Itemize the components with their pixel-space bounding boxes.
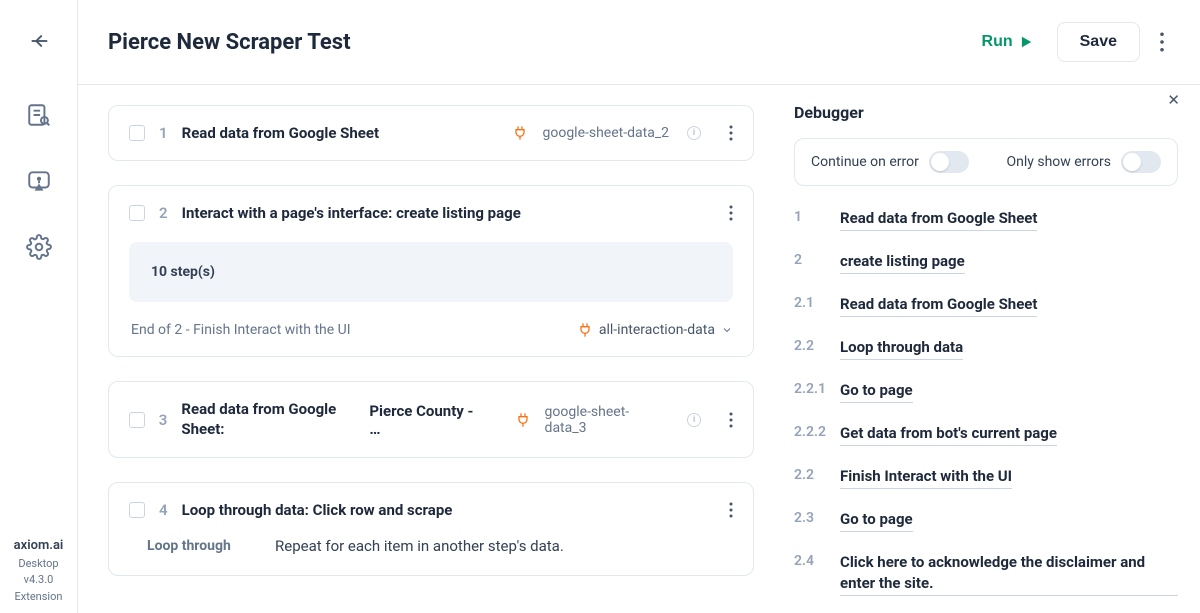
page-title: Pierce New Scraper Test (108, 30, 968, 55)
data-output-tag: all-interaction-data (599, 322, 715, 338)
debugger-item-number: 2.2.2 (794, 423, 828, 440)
step-card[interactable]: 1 Read data from Google Sheet google-she… (108, 105, 754, 161)
save-button[interactable]: Save (1057, 22, 1140, 62)
step-checkbox[interactable] (129, 125, 145, 141)
step-end-row: End of 2 - Finish Interact with the UI a… (129, 322, 733, 338)
debugger-item-text: Get data from bot's current page (840, 423, 1057, 446)
continue-on-error-label: Continue on error (811, 154, 919, 170)
debugger-item[interactable]: 2 create listing page (794, 251, 1178, 274)
debugger-list: 1 Read data from Google Sheet 2 create list… (794, 208, 1178, 613)
run-label: Run (982, 33, 1013, 51)
brand-footer: axiom.ai Desktop v4.3.0 Extension (14, 536, 64, 613)
step-number: 4 (159, 501, 168, 519)
step-menu-button[interactable] (729, 412, 733, 428)
step-label: Read data from Google Sheet (182, 124, 379, 142)
only-show-errors-label: Only show errors (1006, 154, 1111, 170)
step-number: 2 (159, 204, 168, 222)
debugger-item-text: Read data from Google Sheet (840, 294, 1037, 317)
step-label: Loop through data: Click row and scrape (182, 501, 453, 519)
loop-field-desc: Repeat for each item in another step's d… (275, 537, 564, 557)
step-menu-button[interactable] (729, 502, 733, 518)
step-label: Read data from Google Sheet: (181, 400, 351, 439)
step-sublabel: Pierce County - … (369, 402, 486, 438)
data-output-tag: google-sheet-data_2 (542, 125, 669, 141)
more-menu-button[interactable] (1154, 32, 1170, 52)
step-card[interactable]: 3 Read data from Google Sheet: Pierce Co… (108, 381, 754, 458)
loop-field-label: Loop through (147, 537, 247, 557)
debugger-item-text: Loop through data (840, 337, 963, 360)
step-menu-button[interactable] (729, 125, 733, 141)
play-icon (1019, 35, 1033, 49)
info-icon[interactable]: i (687, 126, 701, 140)
debugger-item-text: Go to page (840, 380, 913, 403)
debugger-item-number: 2.3 (794, 509, 828, 526)
debugger-item-text: Finish Interact with the UI (840, 466, 1012, 489)
brand-name: axiom.ai (14, 536, 64, 556)
steps-panel: 1 Read data from Google Sheet google-she… (78, 85, 780, 613)
chevron-down-icon (721, 324, 733, 336)
debugger-item-number: 2.2.1 (794, 380, 828, 397)
debugger-item[interactable]: 2.2 Finish Interact with the UI (794, 466, 1178, 489)
close-icon[interactable]: ✕ (1167, 91, 1180, 109)
debugger-item-number: 2.1 (794, 294, 828, 311)
debugger-item[interactable]: 2.4 Click here to acknowledge the disclai… (794, 552, 1178, 596)
step-inner-count[interactable]: 10 step(s) (129, 242, 733, 302)
plug-icon (512, 125, 528, 141)
debugger-item[interactable]: 2.2 Loop through data (794, 337, 1178, 360)
data-output-tag: google-sheet-data_3 (545, 404, 670, 436)
brand-line: Desktop (14, 556, 64, 573)
settings-icon[interactable] (26, 234, 52, 260)
debugger-item-text: Read data from Google Sheet (840, 208, 1037, 231)
step-number: 3 (159, 411, 168, 429)
left-sidebar: axiom.ai Desktop v4.3.0 Extension (0, 0, 78, 613)
alerts-icon[interactable] (26, 168, 52, 194)
run-button[interactable]: Run (968, 23, 1047, 61)
debugger-title: Debugger (794, 103, 1178, 122)
debugger-item-number: 1 (794, 208, 828, 225)
debugger-item-text: Click here to acknowledge the disclaimer… (840, 552, 1178, 596)
debugger-item-number: 2 (794, 251, 828, 268)
topbar: Pierce New Scraper Test Run Save (78, 0, 1200, 85)
debugger-item[interactable]: 2.1 Read data from Google Sheet (794, 294, 1178, 317)
search-steps-icon[interactable] (26, 102, 52, 128)
debugger-item[interactable]: 2.3 Go to page (794, 509, 1178, 532)
debugger-panel: ✕ Debugger Continue on error Only show e… (780, 85, 1200, 613)
back-button[interactable] (28, 30, 50, 52)
brand-extension: Extension (14, 589, 64, 606)
debugger-item-number: 2.2 (794, 466, 828, 483)
step-checkbox[interactable] (129, 412, 145, 428)
step-label: Interact with a page's interface: create… (182, 204, 521, 222)
only-show-errors-toggle[interactable] (1121, 151, 1161, 173)
debugger-item[interactable]: 1 Read data from Google Sheet (794, 208, 1178, 231)
debugger-controls: Continue on error Only show errors (794, 138, 1178, 186)
debugger-item-number: 2.2 (794, 337, 828, 354)
step-checkbox[interactable] (129, 205, 145, 221)
info-icon[interactable]: i (687, 413, 701, 427)
data-output-select[interactable]: all-interaction-data (577, 322, 733, 338)
debugger-item-text: Go to page (840, 509, 913, 532)
step-number: 1 (159, 124, 168, 142)
step-end-label: End of 2 - Finish Interact with the UI (131, 322, 351, 338)
plug-icon (515, 412, 531, 428)
step-card[interactable]: 2 Interact with a page's interface: crea… (108, 185, 754, 357)
debugger-item[interactable]: 2.2.1 Go to page (794, 380, 1178, 403)
debugger-item-text: create listing page (840, 251, 965, 274)
step-card[interactable]: 4 Loop through data: Click row and scrap… (108, 482, 754, 576)
step-checkbox[interactable] (129, 502, 145, 518)
plug-icon (577, 322, 593, 338)
brand-version: v4.3.0 (14, 572, 64, 589)
debugger-item-number: 2.4 (794, 552, 828, 569)
debugger-item[interactable]: 2.2.2 Get data from bot's current page (794, 423, 1178, 446)
step-menu-button[interactable] (729, 205, 733, 221)
continue-on-error-toggle[interactable] (929, 151, 969, 173)
